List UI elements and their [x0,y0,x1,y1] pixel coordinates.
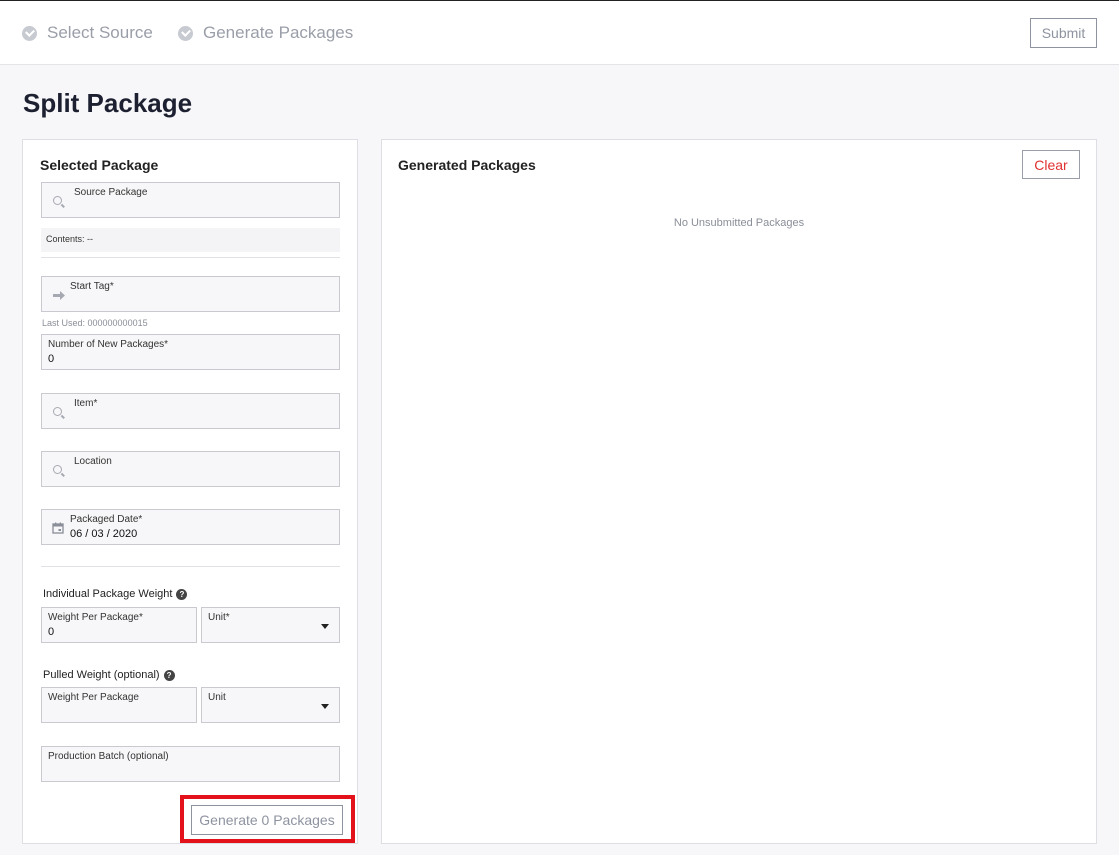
step-label: Generate Packages [203,23,354,42]
caret-down-icon [321,624,329,629]
search-icon [52,195,65,208]
start-tag-input[interactable]: Start Tag* [41,276,340,312]
calendar-icon [52,521,65,534]
packaged-date-value: 06 / 03 / 2020 [70,528,138,540]
generated-packages-panel: Generated Packages Clear No Unsubmitted … [381,139,1097,844]
top-bar: Select Source Generate Packages Submit [0,0,1119,65]
last-used-text: Last Used: 000000000015 [42,318,148,328]
unit-select[interactable]: Unit* [201,607,340,643]
step-select-source[interactable]: Select Source [22,23,153,43]
arrow-right-icon [52,289,65,302]
start-tag-label: Start Tag* [70,281,114,292]
divider [41,566,340,567]
search-icon [52,406,65,419]
pulled-unit-label: Unit [208,692,226,703]
check-circle-icon [178,25,193,41]
source-package-label: Source Package [74,187,148,198]
step-generate-packages[interactable]: Generate Packages [178,23,353,43]
empty-state-message: No Unsubmitted Packages [673,217,805,229]
location-label: Location [74,456,112,467]
item-input[interactable]: Item* [41,393,340,429]
selected-package-panel: Selected Package Source Package Contents… [22,139,358,844]
individual-weight-label: Individual Package Weight [43,588,173,600]
step-label: Select Source [47,23,153,42]
generate-packages-button[interactable]: Generate 0 Packages [191,805,343,835]
search-icon [52,464,65,477]
number-of-packages-input[interactable]: Number of New Packages* 0 [41,334,340,370]
location-input[interactable]: Location [41,451,340,487]
number-of-packages-label: Number of New Packages* [48,339,169,350]
check-circle-icon [22,25,37,41]
submit-button[interactable]: Submit [1030,18,1097,48]
source-package-input[interactable]: Source Package [41,182,340,218]
packaged-date-label: Packaged Date* [70,514,143,525]
help-icon[interactable]: ? [176,588,188,600]
pulled-unit-select[interactable]: Unit [201,687,340,723]
pulled-weight-per-package-label: Weight Per Package [48,692,139,703]
individual-weight-heading: Individual Package Weight ? [43,588,188,600]
production-batch-label: Production Batch (optional) [48,751,169,762]
generated-packages-heading: Generated Packages [398,157,536,173]
weight-per-package-label: Weight Per Package* [48,612,143,623]
pulled-weight-heading: Pulled Weight (optional) ? [43,669,175,681]
production-batch-input[interactable]: Production Batch (optional) [41,746,340,782]
caret-down-icon [321,704,329,709]
clear-button[interactable]: Clear [1022,150,1080,179]
weight-per-package-input[interactable]: Weight Per Package* 0 [41,607,197,643]
help-icon[interactable]: ? [163,669,175,681]
pulled-weight-label: Pulled Weight (optional) [43,669,160,681]
unit-label: Unit* [208,612,230,623]
divider [41,257,340,258]
item-label: Item* [74,398,98,409]
selected-package-heading: Selected Package [40,157,159,173]
number-of-packages-value: 0 [48,353,55,365]
generate-highlight: Generate 0 Packages [180,795,355,843]
contents-text: Contents: -- [41,228,340,252]
pulled-weight-per-package-input[interactable]: Weight Per Package [41,687,197,723]
page-title: Split Package [23,88,193,118]
packaged-date-input[interactable]: Packaged Date* 06 / 03 / 2020 [41,509,340,545]
weight-per-package-value: 0 [48,626,55,638]
